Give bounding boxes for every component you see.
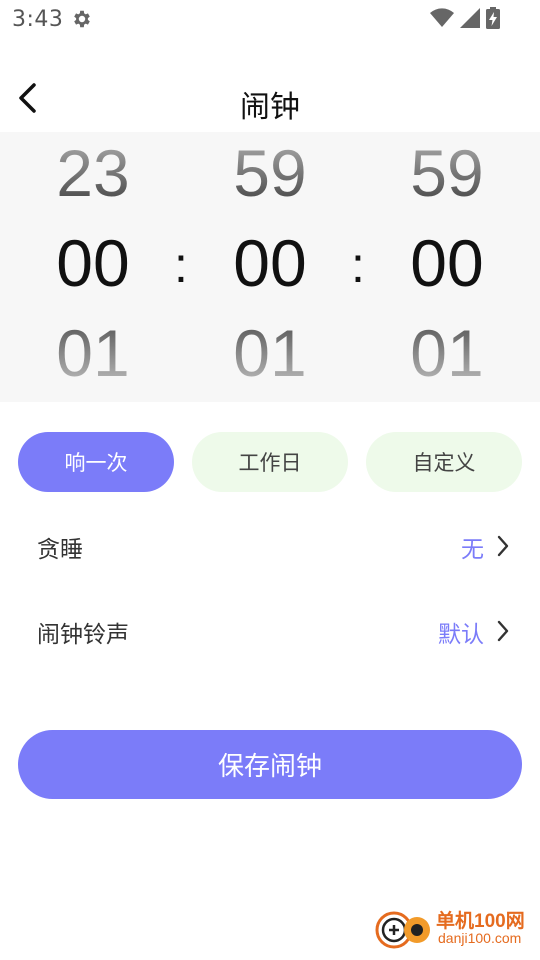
hour-selected[interactable]: 00 <box>38 230 148 296</box>
settings-icon <box>74 10 91 28</box>
watermark-domain: danji100.com <box>438 930 522 946</box>
repeat-options: 响一次 工作日 自定义 <box>18 432 522 492</box>
time-separator: : <box>351 237 365 293</box>
minute-prev[interactable]: 59 <box>215 140 325 206</box>
minute-wheel[interactable]: 59 00 01 <box>215 132 325 402</box>
snooze-row[interactable]: 贪睡 无 <box>0 516 540 576</box>
wifi-icon <box>430 8 454 27</box>
snooze-value: 无 <box>461 537 484 563</box>
status-time: 3:43 <box>12 6 64 32</box>
repeat-custom-button[interactable]: 自定义 <box>366 432 522 492</box>
app-header: 闹钟 <box>0 60 540 138</box>
ringtone-label: 闹钟铃声 <box>37 622 129 648</box>
battery-charging-icon <box>486 7 500 29</box>
watermark-name: 单机100网 <box>436 911 525 932</box>
chevron-right-icon <box>497 620 509 642</box>
minute-next[interactable]: 01 <box>215 320 325 386</box>
time-picker: 23 00 01 : 59 00 01 : 59 00 01 <box>0 132 540 402</box>
watermark: 单机100网 danji100.com <box>374 904 534 956</box>
watermark-logo-icon <box>375 911 430 949</box>
minute-selected[interactable]: 00 <box>215 230 325 296</box>
chevron-right-icon <box>497 535 509 557</box>
second-selected[interactable]: 00 <box>392 230 502 296</box>
repeat-once-button[interactable]: 响一次 <box>18 432 174 492</box>
second-prev[interactable]: 59 <box>392 140 502 206</box>
page-title: 闹钟 <box>240 90 300 125</box>
hour-next[interactable]: 01 <box>38 320 148 386</box>
second-wheel[interactable]: 59 00 01 <box>392 132 502 402</box>
ringtone-value: 默认 <box>438 622 484 648</box>
hour-prev[interactable]: 23 <box>38 140 148 206</box>
time-separator: : <box>174 237 188 293</box>
hour-wheel[interactable]: 23 00 01 <box>38 132 148 402</box>
repeat-workdays-button[interactable]: 工作日 <box>192 432 348 492</box>
second-next[interactable]: 01 <box>392 320 502 386</box>
signal-icon <box>460 8 480 28</box>
save-alarm-button[interactable]: 保存闹钟 <box>18 730 522 799</box>
snooze-label: 贪睡 <box>37 537 83 563</box>
ringtone-row[interactable]: 闹钟铃声 默认 <box>0 601 540 661</box>
status-bar: 3:43 <box>0 0 540 38</box>
